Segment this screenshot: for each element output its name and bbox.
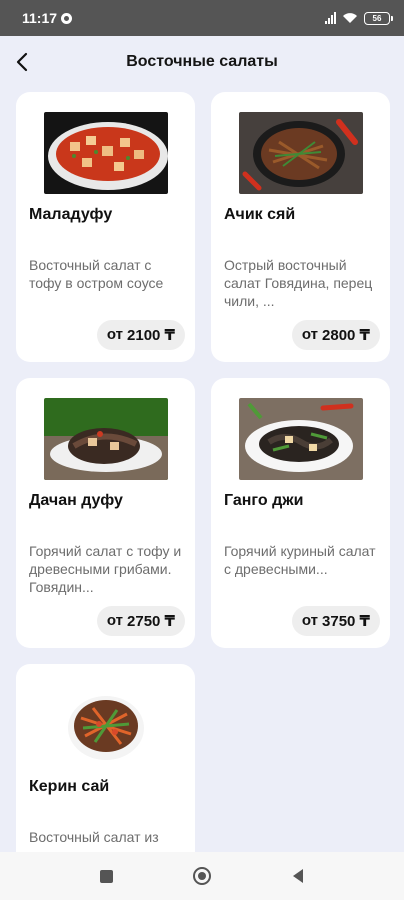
price-value: 2100 ₸ xyxy=(127,327,175,344)
product-name: Керин сай xyxy=(29,778,110,795)
status-time: 11:17 xyxy=(22,10,58,26)
chicken-mushroom-image xyxy=(238,398,363,480)
mapo-tofu-image xyxy=(43,112,168,194)
app-header: Восточные салаты xyxy=(0,36,404,88)
price-prefix: от xyxy=(301,612,319,629)
product-card[interactable]: Маладуфу Восточный салат с тофу в остром… xyxy=(16,92,195,362)
price-value: 2750 ₸ xyxy=(127,613,175,630)
chicken-mushroom-photo xyxy=(238,398,363,480)
price-prefix: от xyxy=(106,612,124,629)
product-description: Горячий куриный салат с древесными... xyxy=(224,543,376,577)
product-description: Восточный салат с тофу в остром соусе xyxy=(29,257,164,291)
home-button[interactable] xyxy=(190,864,214,888)
product-name: Дачан дуфу xyxy=(29,492,123,509)
product-description: Острый восточный салат Говядина, перец ч… xyxy=(224,257,373,309)
recents-button[interactable] xyxy=(94,864,118,888)
beef-chili-image xyxy=(238,112,363,194)
price-badge[interactable]: от 2100 ₸ xyxy=(96,320,185,350)
tofu-mushroom-photo xyxy=(43,398,168,480)
battery-icon: 56 xyxy=(364,11,393,25)
back-button[interactable] xyxy=(4,44,40,80)
signal-icon xyxy=(325,12,336,24)
back-arrow-icon xyxy=(16,52,28,72)
product-name: Маладуфу xyxy=(29,206,113,223)
price-badge[interactable]: от 3750 ₸ xyxy=(291,606,380,636)
status-right: 56 xyxy=(325,11,393,25)
product-name: Ганго джи xyxy=(224,492,304,509)
product-grid: Маладуфу Восточный салат с тофу в остром… xyxy=(16,92,390,900)
status-left: 11:17 xyxy=(22,10,73,26)
product-name: Ачик сяй xyxy=(224,206,296,223)
mapo-tofu-photo xyxy=(43,112,168,194)
wifi-icon xyxy=(343,13,357,23)
price-value: 2800 ₸ xyxy=(322,327,370,344)
price-badge[interactable]: от 2750 ₸ xyxy=(96,606,185,636)
circle-icon xyxy=(193,867,211,885)
triangle-back-icon xyxy=(293,869,303,883)
system-nav-bar xyxy=(0,852,404,900)
product-card[interactable]: Ганго джи Горячий куриный салат с древес… xyxy=(211,378,390,648)
system-back-button[interactable] xyxy=(286,864,310,888)
battery-level: 56 xyxy=(372,13,382,23)
price-prefix: от xyxy=(106,326,124,343)
product-description: Горячий салат с тофу и древесными грибам… xyxy=(29,543,182,595)
price-value: 3750 ₸ xyxy=(322,613,370,630)
square-icon xyxy=(99,869,113,883)
price-badge[interactable]: от 2800 ₸ xyxy=(291,320,380,350)
price-prefix: от xyxy=(301,326,319,343)
beef-chili-photo xyxy=(238,112,363,194)
product-card[interactable]: Ачик сяй Острый восточный салат Говядина… xyxy=(211,92,390,362)
notification-icon xyxy=(61,12,73,24)
status-bar: 11:17 56 xyxy=(0,0,404,36)
vegetable-salad-photo xyxy=(64,684,147,766)
vegetable-salad-image xyxy=(64,684,147,766)
tofu-mushroom-image xyxy=(43,398,168,480)
page-title: Восточные салаты xyxy=(126,53,278,70)
product-card[interactable]: Дачан дуфу Горячий салат с тофу и древес… xyxy=(16,378,195,648)
